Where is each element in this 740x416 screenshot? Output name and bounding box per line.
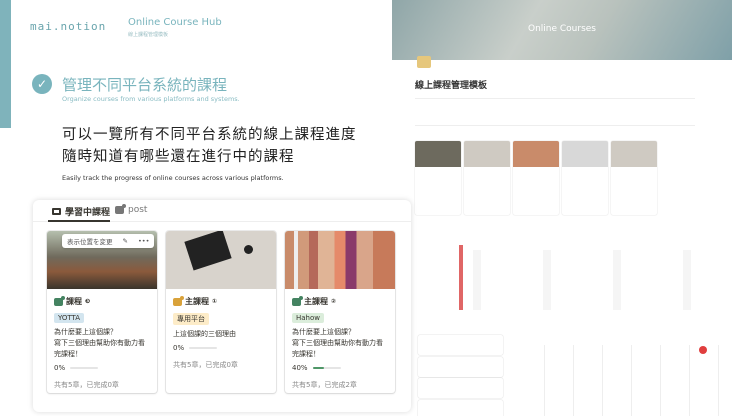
divider (415, 98, 695, 99)
card-cover-pencils (285, 231, 395, 289)
mini-card (611, 141, 657, 215)
course-card[interactable]: 主課程 ① 專用平台 上這個課的三個理由 0% 共有5章，已完成0章 (166, 231, 276, 393)
check-icon: ✓ (32, 74, 52, 94)
tab-learning-courses[interactable]: 學習中課程 (52, 205, 110, 218)
feature-heading: 管理不同平台系統的課程 (62, 76, 228, 94)
hub-subtitle: 線上課程管理模板 (128, 32, 169, 38)
tab-post[interactable]: post (115, 204, 148, 215)
logo: mai.notion (30, 20, 107, 33)
feature-heading-en: Organize courses from various platforms … (62, 95, 240, 103)
chapter-count: 共有5章，已完成2章 (292, 381, 357, 389)
card-desc: 為什麼要上這個課？ 寫下三個理由幫助你有動力看完課程！ (292, 328, 383, 358)
chapter-count: 共有5章，已完成0章 (54, 381, 119, 389)
card-desc: 上這個課的三個理由 (173, 330, 236, 338)
card-cover-laptop (166, 231, 276, 289)
today-line (459, 245, 463, 310)
progress-text: 0% (54, 364, 66, 372)
page-title: 線上課程管理模板 (415, 81, 488, 91)
accent-bar (0, 0, 11, 128)
tab-label: 學習中課程 (65, 208, 111, 218)
card-hover-toolbar: 表示位置を変更 ✎ ••• (62, 234, 155, 248)
card-desc: 為什麼要上這個課？ 寫下三個理由幫助你有動力看完課程！ (54, 328, 145, 358)
cover-title: Online Courses (527, 24, 596, 34)
cover-image: Online Courses (392, 0, 732, 60)
mini-card (562, 141, 608, 215)
progress-bar (189, 347, 218, 349)
hub-title: Online Course Hub (128, 17, 222, 28)
list-item (418, 335, 503, 355)
mini-card (464, 141, 510, 215)
chapter-count: 共有5章，已完成0章 (173, 361, 238, 369)
gallery-icon (52, 208, 61, 215)
card-title: 主課程 (304, 297, 328, 306)
list-item (418, 357, 503, 377)
school-icon (417, 56, 431, 68)
mini-card (415, 141, 461, 215)
edit-icon[interactable]: ✎ (118, 237, 133, 245)
list-item (418, 400, 503, 416)
background-notion-page: Online Courses 線上課程管理模板 (391, 0, 740, 416)
feature-line-2: 隨時知道有哪些還在進行中的課程 (62, 149, 295, 165)
progress-bar (312, 367, 341, 369)
divider (415, 125, 695, 126)
list-item (418, 378, 503, 398)
platform-tag: Hahow (292, 313, 324, 323)
feature-desc-en: Easily track the progress of online cour… (62, 174, 284, 182)
card-title: 課程 (66, 297, 82, 306)
platform-tag: YOTTA (54, 313, 85, 323)
tab-label: post (128, 205, 148, 215)
reposition-button[interactable]: 表示位置を変更 (62, 236, 118, 246)
mini-card (513, 141, 559, 215)
course-icon (173, 295, 184, 306)
course-card[interactable]: 課程 ❸ YOTTA 為什麼要上這個課？ 寫下三個理由幫助你有動力看完課程！ 0%… (47, 231, 157, 393)
active-tab-indicator (48, 220, 110, 222)
platform-tag: 專用平台 (173, 313, 209, 325)
progress-bar (70, 367, 99, 369)
calendar (516, 345, 721, 416)
post-icon (115, 204, 126, 214)
today-marker (699, 346, 707, 354)
course-card[interactable]: 主課程 ② Hahow 為什麼要上這個課？ 寫下三個理由幫助你有動力看完課程！ 4… (285, 231, 395, 393)
card-title: 主課程 (185, 297, 209, 306)
more-icon[interactable]: ••• (133, 237, 155, 245)
feature-line-1: 可以一覽所有不同平台系統的線上課程進度 (62, 127, 357, 143)
course-icon (292, 295, 303, 306)
progress-text: 0% (173, 344, 185, 352)
course-icon (54, 295, 65, 306)
progress-text: 40% (292, 364, 308, 372)
